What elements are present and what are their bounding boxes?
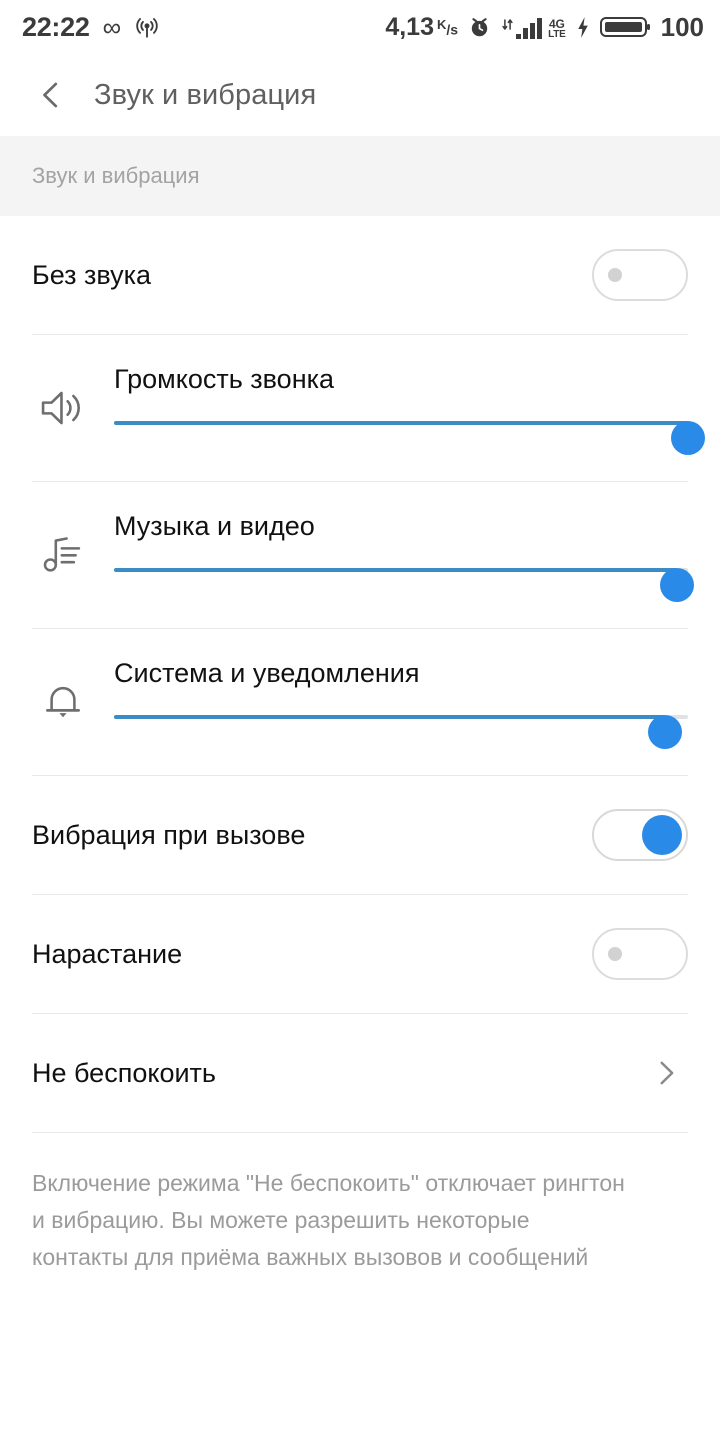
status-bar-left: 22:22 ∞ [22,12,160,43]
signal-group: 4G LTE [501,15,566,40]
settings-list: Без звука Громкость звонка Музыка и виде… [0,216,720,1276]
hotspot-icon [134,14,160,40]
data-rate-unit: K/s [436,16,459,38]
system-volume-body: Система и уведомления [94,657,688,749]
music-note-list-icon [32,534,94,576]
increasing-ring-toggle[interactable] [592,928,688,980]
alarm-clock-icon [467,15,492,40]
slider-fill [114,567,677,572]
slider-thumb[interactable] [671,420,705,455]
row-music-volume[interactable]: Музыка и видео [0,482,720,628]
row-system-volume-label: Система и уведомления [114,657,420,688]
ring-volume-slider[interactable] [114,420,705,455]
infinity-icon: ∞ [102,12,122,42]
row-do-not-disturb[interactable]: Не беспокоить [0,1014,720,1132]
status-bar-right: 4,13 K/s 4G LTE 100 [385,0,704,54]
ring-volume-body: Громкость звонка [94,363,705,455]
silent-mode-toggle[interactable] [592,249,688,301]
slider-fill [114,420,688,425]
slider-thumb[interactable] [648,714,683,749]
row-vibrate-on-call-label: Вибрация при вызове [32,819,306,850]
page-title: Звук и вибрация [94,78,317,111]
music-volume-body: Музыка и видео [94,510,694,602]
row-ring-volume-label: Громкость звонка [114,363,335,394]
back-button[interactable] [28,72,74,118]
system-volume-slider[interactable] [114,714,688,749]
chevron-left-icon [34,78,68,112]
app-bar: Звук и вибрация [0,54,720,136]
row-system-volume[interactable]: Система и уведомления [0,629,720,775]
battery-icon [599,14,650,40]
status-bar: 22:22 ∞ 4,13 K/s 4G LTE 100 [0,0,720,54]
speaker-volume-icon [32,388,94,428]
row-do-not-disturb-label: Не беспокоить [32,1057,216,1088]
row-increasing-ring[interactable]: Нарастание [0,895,720,1013]
music-volume-slider[interactable] [114,567,694,602]
row-vibrate-on-call[interactable]: Вибрация при вызове [0,776,720,894]
status-clock: 22:22 [22,11,90,42]
row-silent-mode-label: Без звука [32,259,152,290]
toggle-knob [608,268,622,282]
row-music-volume-label: Музыка и видео [114,510,315,541]
slider-thumb[interactable] [659,567,694,602]
charging-bolt-icon [575,15,591,40]
section-header-label: Звук и вибрация [32,163,200,188]
vibrate-on-call-toggle[interactable] [592,809,688,861]
battery-percent-label: 100 [660,11,704,42]
row-silent-mode[interactable]: Без звука [0,216,720,334]
phone-screen: 22:22 ∞ 4,13 K/s 4G LTE 100 Звук и вибра… [0,0,720,1440]
row-ring-volume[interactable]: Громкость звонка [0,335,720,481]
do-not-disturb-description: Включение режима "Не беспокоить" отключа… [32,1170,625,1270]
data-rate-value: 4,13 [385,12,434,41]
slider-fill [114,714,666,719]
data-rate-text: 4,13 K/s [385,13,458,42]
signal-bars-icon [516,15,546,40]
bell-icon [32,681,94,723]
network-type-line2: LTE [548,29,566,40]
section-header: Звук и вибрация [0,136,720,216]
data-rate-unit-numerator: K [436,16,447,32]
toggle-knob [608,947,622,961]
toggle-knob [642,815,682,855]
row-increasing-ring-label: Нарастание [32,938,183,969]
data-transfer-icon [501,16,514,40]
data-rate-unit-denominator: s [450,21,459,38]
chevron-right-icon [650,1057,688,1089]
4g-lte-icon: 4G LTE [548,17,566,40]
